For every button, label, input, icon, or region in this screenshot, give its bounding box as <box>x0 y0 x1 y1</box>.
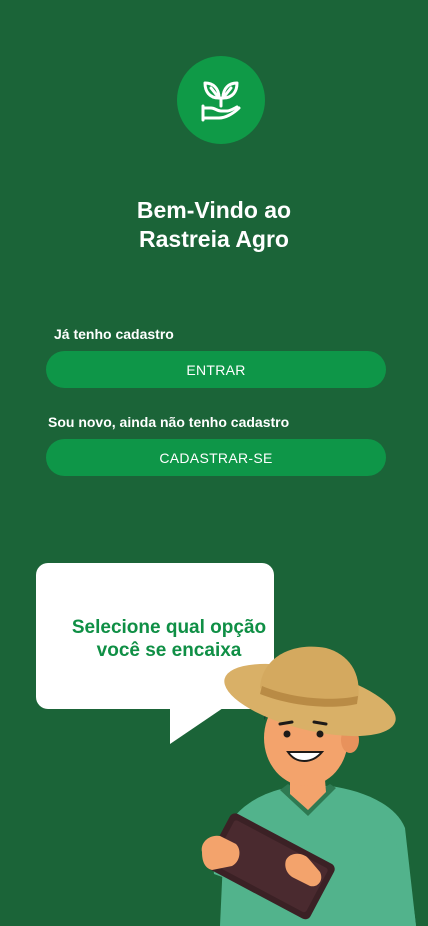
login-button[interactable]: ENTRAR <box>46 351 386 388</box>
welcome-title-line2: Rastreia Agro <box>139 226 289 252</box>
register-button[interactable]: CADASTRAR-SE <box>46 439 386 476</box>
app-logo <box>177 56 265 144</box>
existing-user-label: Já tenho cadastro <box>54 326 174 342</box>
welcome-title: Bem-Vindo ao Rastreia Agro <box>0 196 428 254</box>
welcome-title-line1: Bem-Vindo ao <box>136 197 292 223</box>
speech-bubble-line1: Selecione qual opção <box>71 617 267 638</box>
new-user-label: Sou novo, ainda não tenho cadastro <box>48 414 290 430</box>
hand-plant-icon <box>201 81 241 122</box>
farmer-illustration <box>201 646 416 926</box>
